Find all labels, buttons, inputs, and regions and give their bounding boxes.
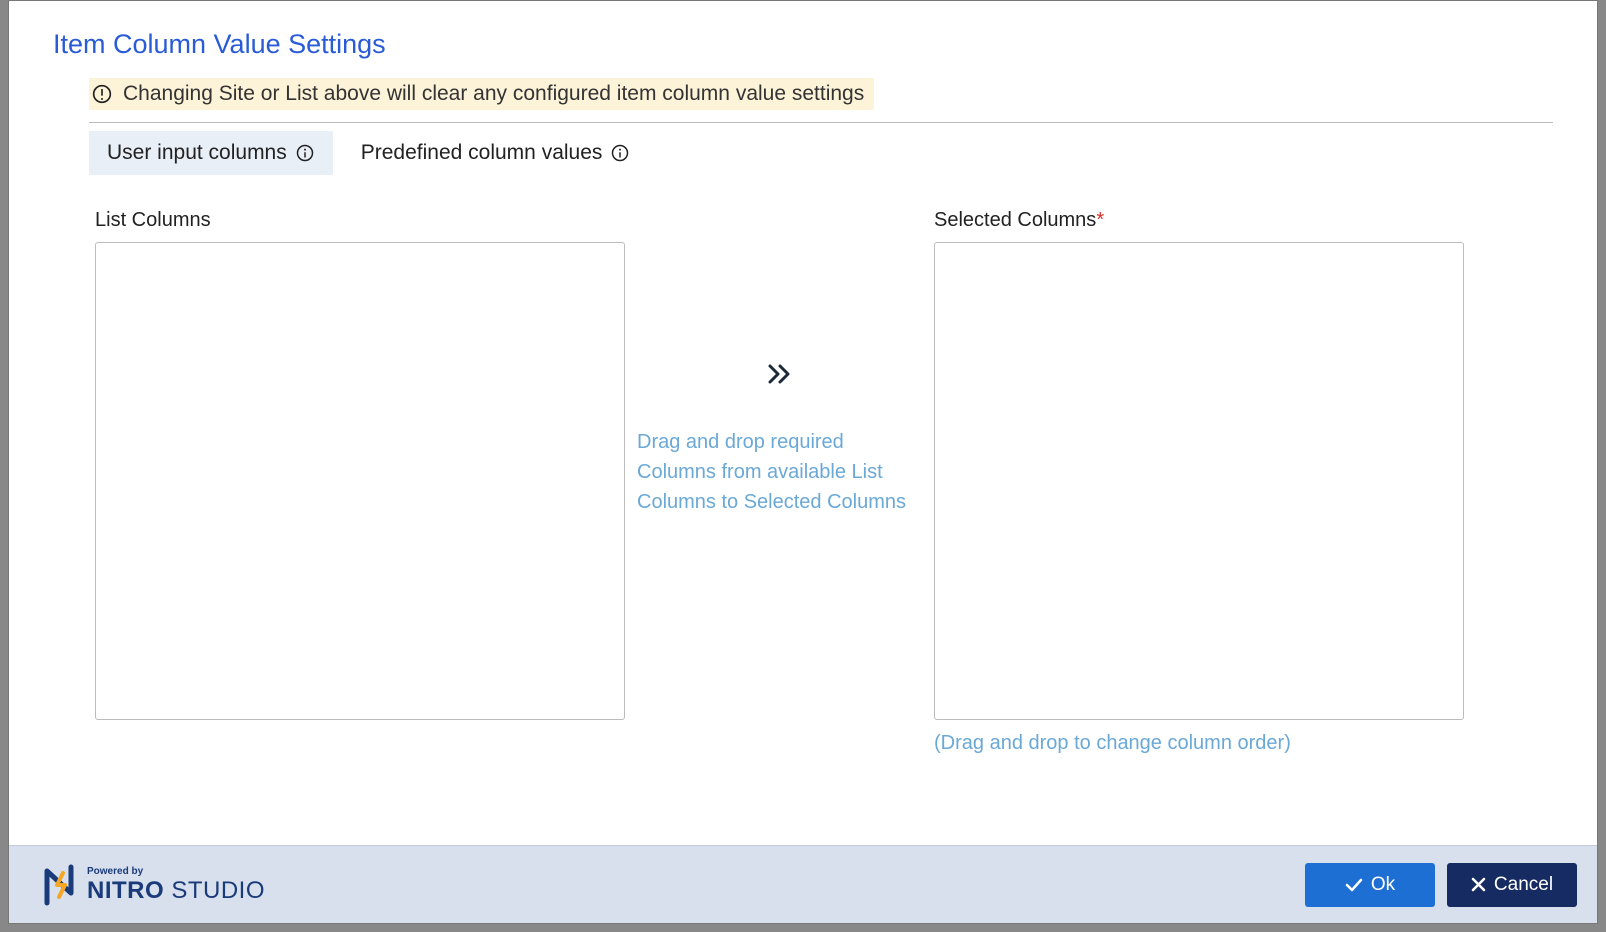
close-icon <box>1471 877 1486 892</box>
warning-row: Changing Site or List above will clear a… <box>89 78 1553 110</box>
list-columns-block: List Columns <box>95 209 625 720</box>
info-circle-icon[interactable] <box>295 143 315 163</box>
brand-name: NITRO STUDIO <box>87 879 265 903</box>
ok-button[interactable]: Ok <box>1305 863 1435 907</box>
warning-badge: Changing Site or List above will clear a… <box>89 78 874 110</box>
nitro-logo-icon <box>41 863 79 907</box>
divider <box>89 122 1553 123</box>
dialog-window: Item Column Value Settings Changing Site… <box>8 0 1598 924</box>
selected-columns-label: Selected Columns* <box>934 209 1464 232</box>
selected-columns-label-text: Selected Columns <box>934 209 1096 231</box>
info-circle-icon[interactable] <box>610 143 630 163</box>
cancel-label: Cancel <box>1494 874 1553 896</box>
list-columns-label: List Columns <box>95 209 625 232</box>
move-right-button[interactable] <box>763 359 797 389</box>
brand: Powered by NITRO STUDIO <box>41 863 265 907</box>
tab-label: User input columns <box>107 141 287 165</box>
check-icon <box>1345 878 1363 892</box>
warning-text: Changing Site or List above will clear a… <box>123 82 864 106</box>
required-asterisk: * <box>1096 209 1104 231</box>
reorder-hint: (Drag and drop to change column order) <box>934 732 1464 755</box>
cancel-button[interactable]: Cancel <box>1447 863 1577 907</box>
exclamation-circle-icon <box>91 83 113 105</box>
ok-label: Ok <box>1371 874 1395 896</box>
dialog-footer: Powered by NITRO STUDIO Ok Cancel <box>9 845 1597 923</box>
selected-columns-listbox[interactable] <box>934 242 1464 720</box>
chevron-double-right-icon <box>767 363 793 385</box>
list-columns-listbox[interactable] <box>95 242 625 720</box>
powered-by-label: Powered by <box>87 867 265 877</box>
brand-text: Powered by NITRO STUDIO <box>87 867 265 903</box>
tab-label: Predefined column values <box>361 141 603 165</box>
tab-predefined-column-values[interactable]: Predefined column values <box>343 131 649 175</box>
dialog-content: Item Column Value Settings Changing Site… <box>9 1 1597 845</box>
selected-columns-block: Selected Columns* (Drag and drop to chan… <box>934 209 1464 755</box>
columns-area: List Columns Drag and drop required Colu… <box>95 209 1553 755</box>
page-title: Item Column Value Settings <box>53 29 1553 60</box>
transfer-middle: Drag and drop required Columns from avai… <box>637 209 922 517</box>
tab-user-input-columns[interactable]: User input columns <box>89 131 333 175</box>
drag-drop-hint: Drag and drop required Columns from avai… <box>637 427 922 517</box>
tabs: User input columns Predefined column val… <box>89 131 1553 175</box>
